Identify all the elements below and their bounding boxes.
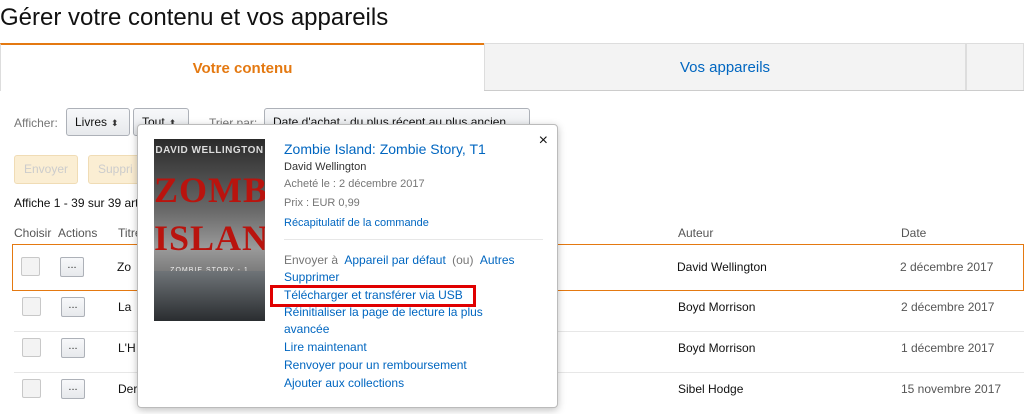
row-author: Sibel Hodge <box>678 382 744 396</box>
reset-reading-link[interactable]: Réinitialiser la page de lecture la plus <box>284 305 483 319</box>
row-title[interactable]: La <box>118 300 131 314</box>
tab-vos-appareils[interactable]: Vos appareils <box>484 43 966 91</box>
type-select-value: Livres <box>75 115 108 129</box>
default-device-link[interactable]: Appareil par défaut <box>344 253 445 267</box>
row-title[interactable]: Der <box>118 382 137 396</box>
tab-bar: Votre contenu Vos appareils <box>0 43 1024 91</box>
row-date: 2 décembre 2017 <box>901 300 995 314</box>
cover-title-line1: ZOMBIE <box>154 170 265 210</box>
row-actions-button[interactable]: ... <box>61 297 85 317</box>
row-title[interactable]: Zo <box>117 260 131 274</box>
row-checkbox[interactable] <box>22 379 41 398</box>
send-to-row: Envoyer à Appareil par défaut (ou) Autre… <box>284 253 515 267</box>
header-date[interactable]: Date <box>901 226 926 240</box>
book-cover[interactable]: DAVID WELLINGTON ZOMBIE ISLAND ZOMBIE ST… <box>154 139 265 321</box>
send-button[interactable]: Envoyer <box>14 155 78 184</box>
row-author: Boyd Morrison <box>678 300 756 314</box>
close-icon[interactable]: × <box>539 133 548 149</box>
header-actions: Actions <box>58 226 98 240</box>
row-date: 1 décembre 2017 <box>901 341 995 355</box>
add-to-collections-link[interactable]: Ajouter aux collections <box>284 376 404 390</box>
row-title[interactable]: L'H <box>118 341 136 355</box>
type-select[interactable]: Livres ⬍ <box>66 108 130 136</box>
row-actions-button[interactable]: ... <box>61 338 85 358</box>
other-devices-link[interactable]: Autres <box>480 253 515 267</box>
row-date: 2 décembre 2017 <box>900 260 994 274</box>
book-title-link[interactable]: Zombie Island: Zombie Story, T1 <box>284 141 486 157</box>
highlight-annotation <box>270 285 476 307</box>
cover-illustration <box>154 271 265 321</box>
results-summary: Affiche 1 - 39 sur 39 art <box>14 196 139 210</box>
row-actions-button[interactable]: ... <box>61 379 85 399</box>
book-author: David Wellington <box>284 161 367 173</box>
page-title: Gérer votre contenu et vos appareils <box>0 4 389 31</box>
show-label: Afficher: <box>14 116 58 130</box>
cover-title-line2: ISLAND <box>154 218 265 258</box>
tab-extra[interactable] <box>966 43 1024 91</box>
row-actions-button[interactable]: ... <box>60 257 84 277</box>
header-author[interactable]: Auteur <box>678 226 713 240</box>
or-label: (ou) <box>452 253 474 267</box>
row-date: 15 novembre 2017 <box>901 382 1002 396</box>
read-now-link[interactable]: Lire maintenant <box>284 340 367 354</box>
row-author: Boyd Morrison <box>678 341 756 355</box>
delete-link[interactable]: Supprimer <box>284 270 339 284</box>
send-to-label: Envoyer à <box>284 253 339 267</box>
header-choose: Choisir <box>14 226 52 240</box>
row-checkbox[interactable] <box>22 297 41 316</box>
row-checkbox[interactable] <box>22 338 41 357</box>
tab-votre-contenu[interactable]: Votre contenu <box>0 43 484 91</box>
tabs-divider <box>484 90 1024 91</box>
delete-button[interactable]: Suppri <box>88 155 140 184</box>
return-refund-link[interactable]: Renvoyer pour un remboursement <box>284 358 467 372</box>
popover-divider <box>284 239 543 240</box>
row-author: David Wellington <box>677 260 767 274</box>
reset-reading-link-cont[interactable]: avancée <box>284 322 329 336</box>
book-price: Prix : EUR 0,99 <box>284 197 360 209</box>
purchase-date: Acheté le : 2 décembre 2017 <box>284 178 425 190</box>
cover-author: DAVID WELLINGTON <box>155 145 264 156</box>
chevron-updown-icon: ⬍ <box>111 118 119 128</box>
item-actions-popover: × DAVID WELLINGTON ZOMBIE ISLAND ZOMBIE … <box>137 124 558 408</box>
order-summary-link[interactable]: Récapitulatif de la commande <box>284 217 429 229</box>
row-checkbox[interactable] <box>21 257 40 276</box>
